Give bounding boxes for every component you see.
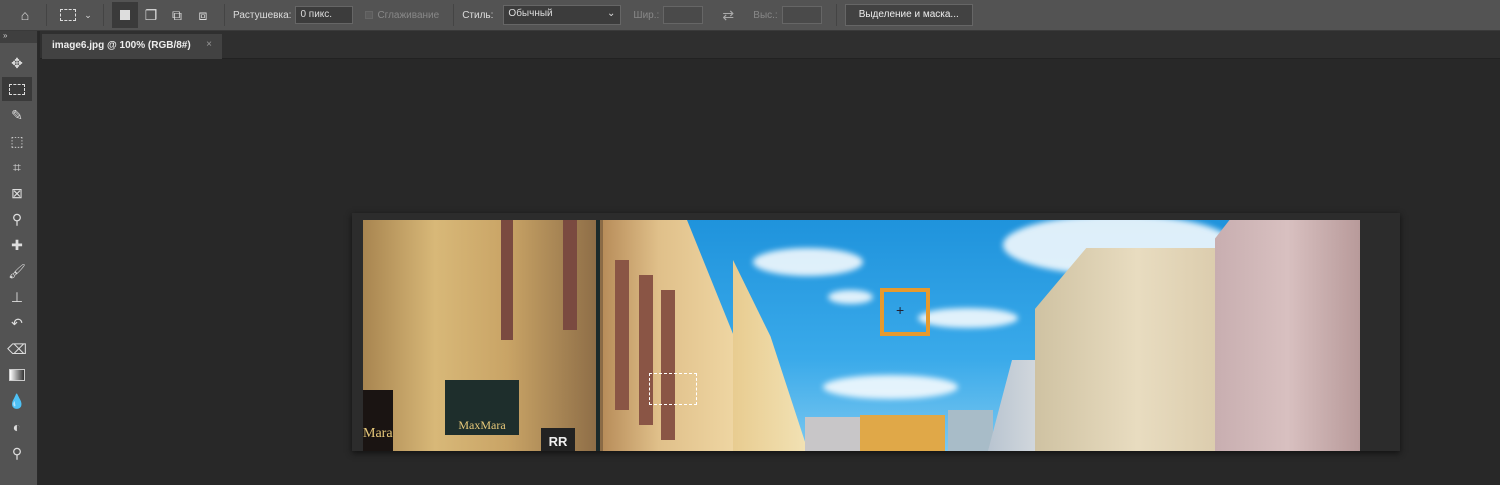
cloud (823, 375, 958, 399)
antialias-checkbox[interactable] (365, 11, 374, 19)
distant-building-yellow (860, 415, 945, 451)
height-label: Выс.: (753, 9, 778, 21)
rect-marquee-preset-icon[interactable] (55, 2, 81, 28)
healing-brush-tool-icon[interactable]: ✚ (2, 233, 32, 257)
divider (224, 4, 225, 26)
options-bar: ⌂ ⌄ ❐ ⧉ ⧈ Растушевка: 0 пикс. Сглаживани… (0, 0, 1500, 31)
chevron-down-icon[interactable]: ⌄ (81, 2, 95, 28)
document-canvas[interactable]: MaxMara Mara RR + (363, 220, 1360, 451)
collapse-toggle[interactable]: » (0, 31, 37, 43)
subtract-selection-icon[interactable]: ⧉ (164, 2, 190, 28)
distant-building (805, 417, 860, 451)
cloud (828, 290, 873, 304)
eraser-tool-icon[interactable]: ⌫ (2, 337, 32, 361)
new-selection-icon[interactable] (112, 2, 138, 28)
style-value: Обычный (508, 8, 553, 19)
width-label: Шир.: (633, 9, 660, 21)
blur-tool-icon[interactable]: 💧 (2, 389, 32, 413)
store-sign-3: RR (541, 428, 575, 451)
close-icon[interactable]: × (206, 39, 212, 50)
crosshair-icon: + (896, 302, 905, 318)
marquee-tool-icon[interactable] (2, 77, 32, 101)
divider (835, 4, 837, 26)
store-sign-2: Mara (363, 390, 393, 451)
column (501, 220, 513, 340)
pen-tool-icon[interactable]: ⚲ (2, 441, 32, 465)
feather-input[interactable]: 0 пикс. (295, 6, 354, 24)
divider (103, 4, 104, 26)
crop-tool-icon[interactable]: ⌗ (2, 155, 32, 179)
intersect-selection-icon[interactable]: ⧈ (190, 2, 216, 28)
lamp-post (596, 220, 600, 451)
frame-tool-icon[interactable]: ⊠ (2, 181, 32, 205)
crosshair-cursor-highlight: + (880, 288, 930, 336)
object-selection-tool-icon[interactable]: ⬚ (2, 129, 32, 153)
tab-title: image6.jpg @ 100% (RGB/8#) (52, 40, 191, 51)
feather-label: Растушевка: (233, 9, 292, 21)
cloud (753, 248, 863, 276)
distant-building (948, 410, 993, 451)
style-select[interactable]: Обычный ⌄ (503, 5, 622, 25)
move-tool-icon[interactable]: ✥ (2, 51, 32, 75)
document-tabs: image6.jpg @ 100% (RGB/8#) × (40, 31, 1500, 59)
building-right (1035, 248, 1240, 451)
column (615, 260, 629, 410)
divider (46, 4, 47, 26)
building-far-left (733, 260, 808, 451)
chevron-down-icon: ⌄ (607, 8, 616, 19)
column (661, 290, 675, 440)
history-brush-tool-icon[interactable]: ↶ (2, 311, 32, 335)
gradient-tool-icon[interactable] (2, 363, 32, 387)
divider (453, 4, 455, 26)
antialias-label: Сглаживание (377, 9, 440, 21)
eyedropper-tool-icon[interactable]: ⚲ (2, 207, 32, 231)
selection-marquee[interactable] (649, 373, 697, 405)
column (563, 220, 577, 330)
store-sign: MaxMara (445, 380, 519, 435)
swap-icon[interactable]: ⇄ (715, 2, 741, 28)
width-input[interactable] (663, 6, 704, 24)
building-right-pink (1215, 220, 1360, 451)
tools-panel: » ✥ ✎ ⬚ ⌗ ⊠ ⚲ ✚ 🖌 ⊥ ↶ ⌫ 💧 ◐ ⚲ (0, 31, 38, 485)
add-to-selection-icon[interactable]: ❐ (138, 2, 164, 28)
quick-selection-tool-icon[interactable]: ✎ (2, 103, 32, 127)
dodge-tool-icon[interactable]: ◐ (2, 415, 32, 439)
cloud (918, 308, 1018, 328)
tab-image6[interactable]: image6.jpg @ 100% (RGB/8#) × (42, 34, 222, 59)
home-icon[interactable]: ⌂ (12, 2, 38, 28)
style-label: Стиль: (462, 9, 494, 21)
height-input[interactable] (781, 6, 822, 24)
select-and-mask-button[interactable]: Выделение и маска... (844, 4, 973, 26)
brush-tool-icon[interactable]: 🖌 (2, 259, 32, 283)
clone-stamp-tool-icon[interactable]: ⊥ (2, 285, 32, 309)
